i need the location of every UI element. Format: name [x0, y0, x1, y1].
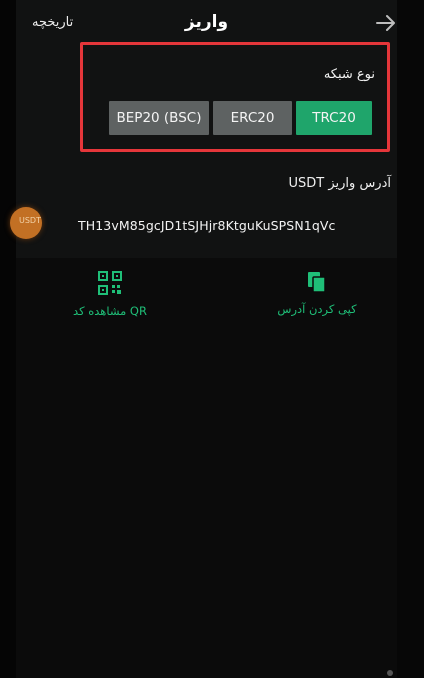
- show-qr-button[interactable]: مشاهده کد QR: [60, 270, 160, 318]
- back-arrow-icon[interactable]: [375, 14, 397, 32]
- coin-icon: USDT: [10, 207, 42, 239]
- network-option-bep20[interactable]: BEP20 (BSC): [109, 101, 209, 135]
- network-option-erc20[interactable]: ERC20: [213, 101, 292, 135]
- copy-address-label: کپی کردن آدرس: [277, 302, 357, 316]
- deposit-address-label: آدرس واریز USDT: [288, 176, 392, 191]
- network-selection-highlight: نوع شبکه BEP20 (BSC) ERC20 TRC20: [80, 42, 390, 152]
- header-bar: تاریخچه واریز: [16, 0, 397, 48]
- qr-code-icon: [98, 271, 122, 295]
- copy-address-button[interactable]: کپی کردن آدرس: [252, 270, 382, 316]
- home-indicator: [387, 670, 393, 676]
- page-title: واریز: [184, 12, 229, 32]
- network-type-label: نوع شبکه: [323, 67, 375, 82]
- show-qr-label: مشاهده کد QR: [73, 304, 147, 318]
- lower-panel: [16, 258, 397, 678]
- screen-edge: [397, 0, 424, 678]
- copy-icon: [308, 272, 326, 293]
- network-option-trc20[interactable]: TRC20: [296, 101, 372, 135]
- deposit-address[interactable]: TH13vM85gcJD1tSJHjr8KtguKuSPSN1qVc: [78, 218, 336, 233]
